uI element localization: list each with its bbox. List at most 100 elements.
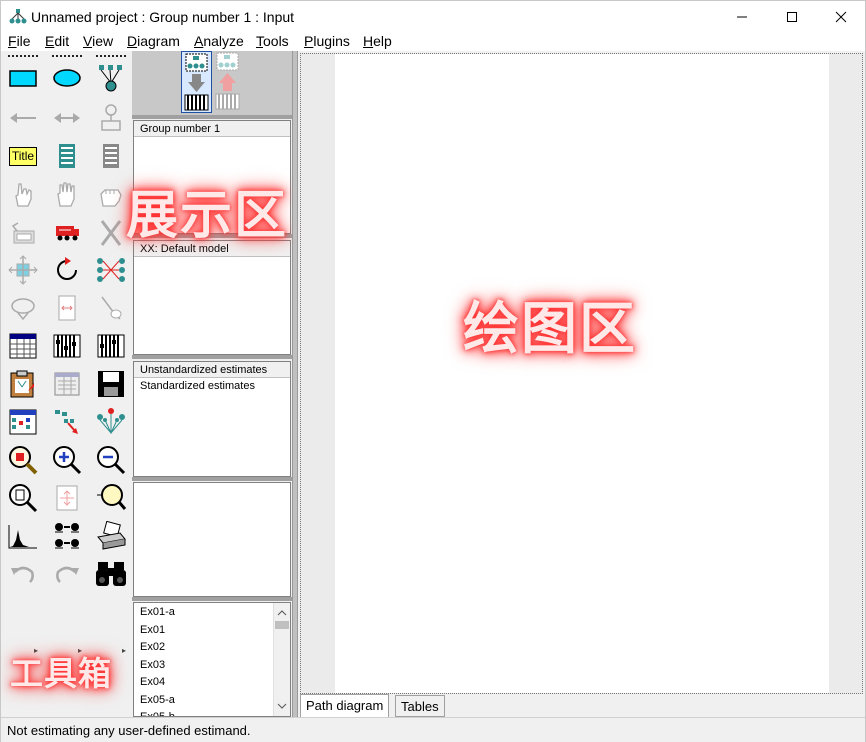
drag-properties-icon — [101, 296, 122, 320]
indicator-tool[interactable] — [94, 61, 128, 95]
touch-up-icon — [56, 485, 78, 511]
menu-tools[interactable]: Tools — [256, 33, 289, 49]
more-tools-indicator[interactable]: ▸ — [122, 646, 126, 655]
single-arrow-tool[interactable] — [6, 101, 40, 135]
panel-splitter[interactable] — [292, 51, 298, 717]
loupe-tool[interactable] — [94, 481, 128, 515]
zoom-select-tool[interactable] — [94, 405, 128, 439]
file-item[interactable]: Ex04 — [134, 673, 290, 691]
file-item[interactable]: Ex02 — [134, 638, 290, 656]
list-variables-tool[interactable] — [50, 139, 84, 173]
panel-separator[interactable] — [132, 477, 293, 481]
text-output-tool[interactable] — [50, 367, 84, 401]
bayesian-tool[interactable] — [6, 519, 40, 553]
app-icon — [9, 9, 27, 24]
object-properties-tool[interactable] — [6, 405, 40, 439]
ellipse-tool[interactable] — [50, 61, 84, 95]
calculate-estimates-tool[interactable] — [94, 329, 128, 363]
menu-edit[interactable]: Edit — [45, 33, 69, 49]
zoom-in-tool[interactable] — [50, 443, 84, 477]
move-tool[interactable] — [50, 215, 84, 249]
data-file-tool[interactable] — [6, 329, 40, 363]
toolbox-annotation: 工具箱 — [10, 654, 112, 693]
file-item[interactable]: Ex05-b — [134, 708, 290, 716]
maximize-button[interactable] — [769, 1, 815, 32]
reflect-tool[interactable] — [94, 253, 128, 287]
select-all-icon — [57, 182, 75, 207]
toolbar-grip[interactable] — [52, 55, 82, 57]
view-input-button[interactable] — [181, 51, 212, 113]
view-input-icon — [184, 53, 209, 111]
rectangle-tool[interactable] — [6, 61, 40, 95]
minimize-icon — [737, 16, 747, 17]
double-arrow-tool[interactable] — [50, 101, 84, 135]
list-variables-icon — [59, 144, 75, 168]
drag-properties-tool[interactable] — [94, 291, 128, 325]
menu-analyze[interactable]: Analyze — [194, 33, 244, 49]
tab-path-diagram[interactable]: Path diagram — [300, 694, 390, 718]
space-vertical-tool[interactable] — [50, 291, 84, 325]
tab-tables[interactable]: Tables — [395, 695, 445, 717]
loupe-icon — [97, 484, 127, 510]
file-item[interactable]: Ex03 — [134, 656, 290, 674]
shape-change-tool[interactable] — [6, 291, 40, 325]
close-button[interactable] — [818, 1, 864, 32]
print-tool[interactable] — [94, 519, 128, 553]
models-panel: XX: Default model — [133, 240, 291, 355]
multiple-group-tool[interactable] — [50, 519, 84, 553]
menu-plugins[interactable]: Plugins — [304, 33, 350, 49]
save-tool[interactable] — [94, 367, 128, 401]
analysis-properties-tool[interactable] — [50, 329, 84, 363]
fit-page-tool[interactable] — [6, 481, 40, 515]
toolbar-grip[interactable] — [8, 55, 38, 57]
move-parameters-tool[interactable] — [6, 253, 40, 287]
diagram-page[interactable] — [335, 54, 829, 693]
menu-help[interactable]: Help — [363, 33, 392, 49]
estimates-option-unstandardized[interactable]: Unstandardized estimates — [134, 362, 290, 378]
title-icon: Title — [8, 146, 38, 166]
scroll-up-icon[interactable] — [274, 605, 290, 621]
scroll-down-icon[interactable] — [274, 698, 290, 714]
list-dataset-tool[interactable] — [94, 139, 128, 173]
file-item[interactable]: Ex05-a — [134, 691, 290, 709]
duplicate-tool[interactable] — [6, 215, 40, 249]
view-output-button[interactable] — [213, 51, 244, 113]
panel-separator[interactable] — [132, 597, 293, 601]
panel-separator[interactable] — [132, 355, 293, 359]
maximize-icon — [787, 11, 797, 22]
select-all-tool[interactable] — [50, 177, 84, 211]
scroll-thumb[interactable] — [275, 621, 289, 629]
menu-view[interactable]: View — [83, 33, 113, 49]
erase-tool[interactable] — [94, 215, 128, 249]
title-tool[interactable]: Title — [6, 139, 40, 173]
move-icon — [56, 226, 79, 241]
group-item[interactable]: Group number 1 — [134, 121, 290, 137]
minimize-button[interactable] — [719, 1, 765, 32]
estimates-option-standardized[interactable]: Standardized estimates — [134, 378, 290, 395]
zoom-select-icon — [97, 408, 125, 435]
menu-file[interactable]: File — [8, 33, 31, 49]
view-diagram-tool[interactable] — [6, 443, 40, 477]
panel-separator[interactable] — [132, 115, 293, 119]
zoom-out-tool[interactable] — [94, 443, 128, 477]
file-item[interactable]: Ex01 — [134, 621, 290, 639]
double-arrow-icon — [54, 113, 80, 123]
specification-search-tool[interactable] — [94, 557, 128, 591]
file-item[interactable]: Ex01-a — [134, 603, 290, 621]
preserve-symmetries-tool[interactable] — [50, 405, 84, 439]
drawing-area[interactable]: 绘图区 — [300, 53, 863, 694]
view-tabs: Path diagram Tables — [298, 694, 865, 718]
menu-diagram[interactable]: Diagram — [127, 33, 180, 49]
select-one-tool[interactable] — [6, 177, 40, 211]
rotate-tool[interactable] — [50, 253, 84, 287]
menu-bar: File Edit View Diagram Analyze Tools Plu… — [1, 32, 865, 51]
deselect-all-tool[interactable] — [94, 177, 128, 211]
toolbar-grip[interactable] — [96, 55, 126, 57]
touch-up-tool[interactable] — [50, 481, 84, 515]
redo-tool[interactable] — [50, 557, 84, 591]
undo-tool[interactable] — [6, 557, 40, 591]
erase-icon — [100, 220, 122, 246]
clipboard-tool[interactable] — [6, 367, 40, 401]
files-scrollbar[interactable] — [273, 603, 290, 716]
unique-variable-tool[interactable] — [94, 101, 128, 135]
